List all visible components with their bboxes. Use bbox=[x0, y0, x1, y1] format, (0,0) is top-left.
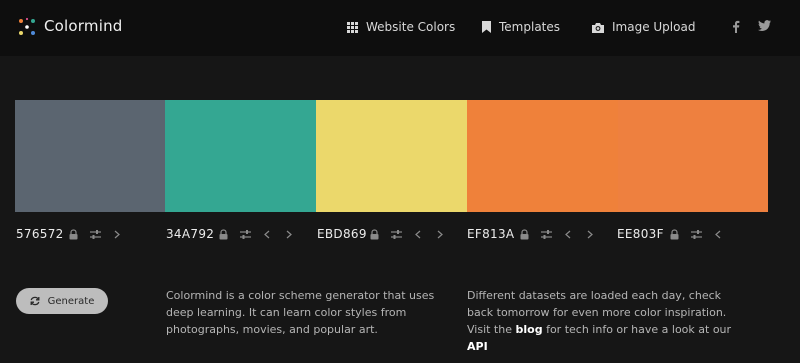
swatch-5-controls: EE803F bbox=[617, 226, 733, 242]
chevron-left-icon[interactable] bbox=[411, 228, 425, 240]
swatch-1-controls: 576572 bbox=[16, 226, 132, 242]
swatch-4-controls: EF813A bbox=[467, 226, 605, 242]
blog-link[interactable]: blog bbox=[516, 323, 543, 336]
lock-icon[interactable] bbox=[66, 228, 80, 240]
nav-templates[interactable]: Templates bbox=[482, 19, 560, 35]
chevron-right-icon[interactable] bbox=[282, 228, 296, 240]
camera-icon bbox=[592, 22, 604, 33]
swatch-3-controls: EBD869 bbox=[317, 226, 455, 242]
about-text: Colormind is a color scheme generator th… bbox=[166, 289, 435, 336]
brand-name[interactable]: Colormind bbox=[44, 17, 123, 35]
facebook-icon[interactable] bbox=[732, 20, 740, 33]
colormind-logo-icon[interactable] bbox=[16, 16, 38, 38]
nav-image-upload-label: Image Upload bbox=[612, 20, 696, 34]
adjust-sliders-icon[interactable] bbox=[88, 228, 102, 240]
datasets-text: Different datasets are loaded each day, … bbox=[467, 287, 732, 355]
datasets-text-b: for tech info or have a look at our bbox=[546, 323, 732, 336]
palette-swatches bbox=[15, 100, 768, 212]
chevron-right-icon[interactable] bbox=[433, 228, 447, 240]
hex-code[interactable]: EF813A bbox=[467, 227, 517, 241]
lock-icon[interactable] bbox=[517, 228, 531, 240]
swatch-2-controls: 34A792 bbox=[166, 226, 304, 242]
hex-code[interactable]: 576572 bbox=[16, 227, 66, 241]
grid-icon bbox=[347, 21, 358, 33]
api-link[interactable]: API bbox=[467, 340, 488, 353]
chevron-left-icon[interactable] bbox=[260, 228, 274, 240]
twitter-icon[interactable] bbox=[758, 20, 771, 31]
swatch-2[interactable] bbox=[165, 100, 316, 212]
nav-templates-label: Templates bbox=[499, 20, 561, 34]
swatch-5[interactable] bbox=[618, 100, 768, 212]
refresh-icon bbox=[30, 296, 40, 306]
top-navbar: Colormind Website Colors Templates Image… bbox=[0, 0, 800, 56]
chevron-left-icon[interactable] bbox=[711, 228, 725, 240]
nav-image-upload[interactable]: Image Upload bbox=[592, 19, 695, 35]
lock-icon[interactable] bbox=[667, 228, 681, 240]
chevron-right-icon[interactable] bbox=[583, 228, 597, 240]
swatch-4[interactable] bbox=[467, 100, 618, 212]
nav-website-colors-label: Website Colors bbox=[366, 20, 456, 34]
swatch-1[interactable] bbox=[15, 100, 165, 212]
adjust-sliders-icon[interactable] bbox=[389, 228, 403, 240]
hex-code[interactable]: EE803F bbox=[617, 227, 667, 241]
hex-code[interactable]: EBD869 bbox=[317, 227, 367, 241]
lock-icon[interactable] bbox=[216, 228, 230, 240]
adjust-sliders-icon[interactable] bbox=[539, 228, 553, 240]
chevron-left-icon[interactable] bbox=[561, 228, 575, 240]
bookmark-icon bbox=[482, 21, 491, 33]
generate-button-label: Generate bbox=[47, 295, 95, 307]
chevron-right-icon[interactable] bbox=[110, 228, 124, 240]
adjust-sliders-icon[interactable] bbox=[238, 228, 252, 240]
generate-button[interactable]: Generate bbox=[16, 288, 108, 314]
nav-website-colors[interactable]: Website Colors bbox=[347, 19, 455, 35]
hex-code[interactable]: 34A792 bbox=[166, 227, 216, 241]
adjust-sliders-icon[interactable] bbox=[689, 228, 703, 240]
swatch-3[interactable] bbox=[316, 100, 467, 212]
lock-icon[interactable] bbox=[367, 228, 381, 240]
